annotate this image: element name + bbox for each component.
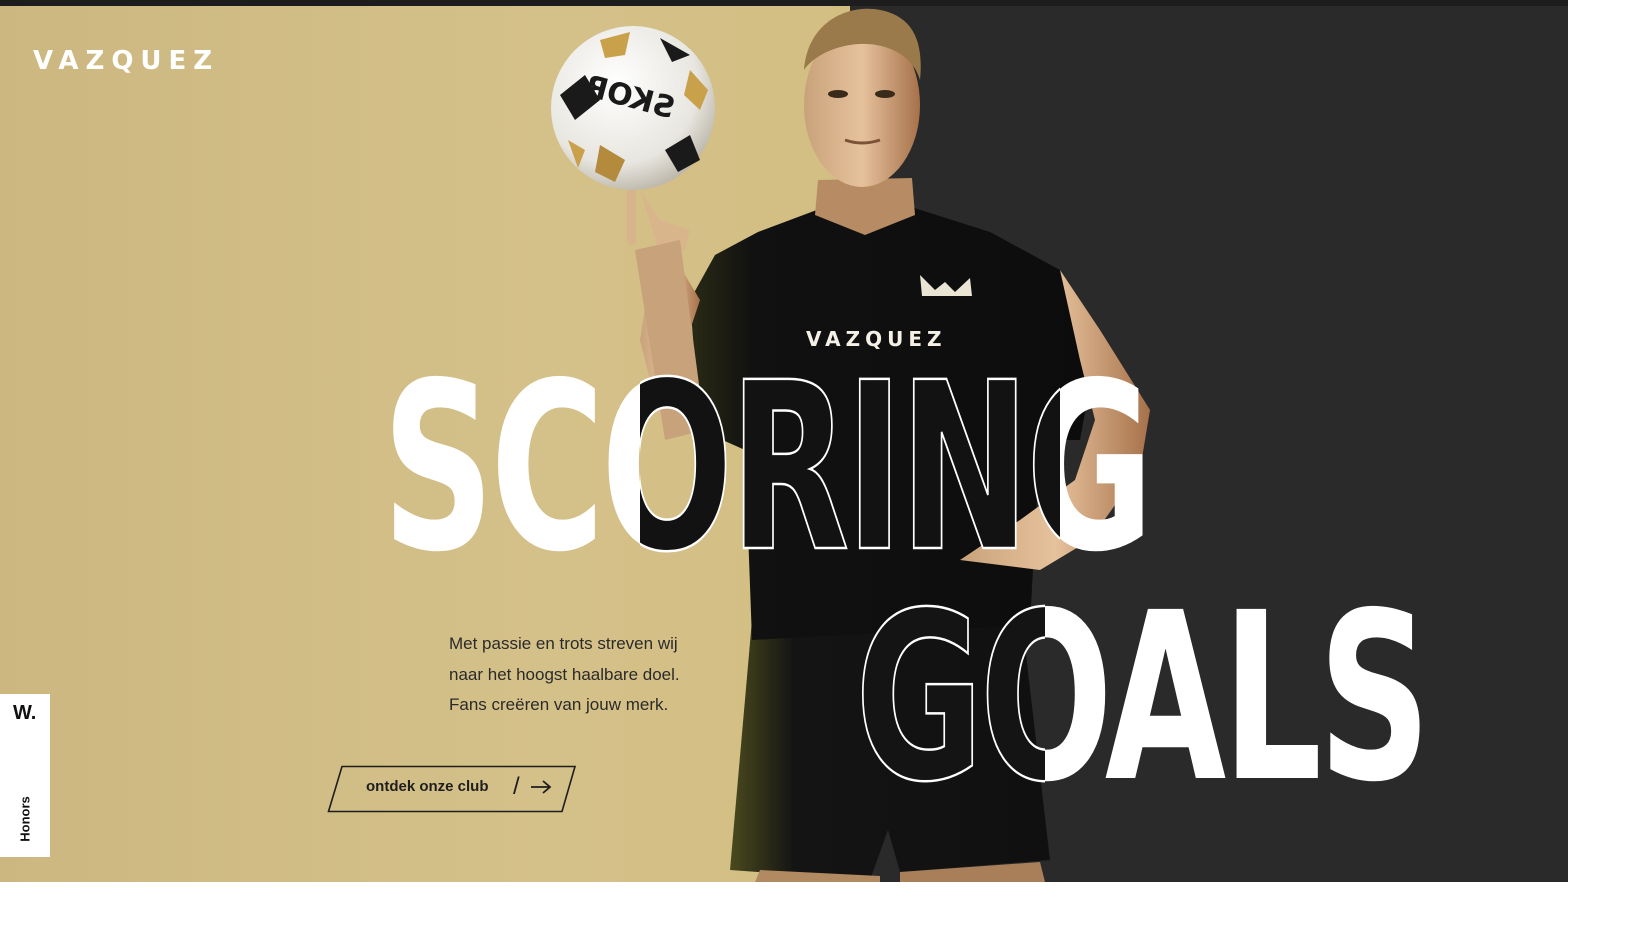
honors-logo: W. (13, 702, 37, 724)
hero-tagline: Met passie en trots streven wij naar het… (449, 629, 749, 721)
honors-badge[interactable]: W. Honors (0, 694, 50, 857)
discover-club-button[interactable]: ontdek onze club / (327, 765, 577, 813)
brand-logo[interactable]: VAZQUEZ (33, 46, 219, 76)
hero-section: VAZQUEZ SKOR SCORING SCORING GOALS GOALS… (0, 0, 1568, 882)
tagline-line: Met passie en trots streven wij (449, 634, 678, 653)
button-label: ontdek onze club (366, 778, 489, 795)
tagline-line: naar het hoogst haalbare doel. (449, 664, 680, 684)
tagline-line: Fans creëren van jouw merk. (449, 695, 669, 714)
arrow-right-icon (531, 780, 552, 794)
top-border-bar (0, 0, 1568, 6)
hero-headline: SCORING SCORING GOALS GOALS SCORING (382, 332, 1433, 833)
honors-label: Honors (17, 796, 33, 842)
button-separator: / (513, 773, 520, 800)
